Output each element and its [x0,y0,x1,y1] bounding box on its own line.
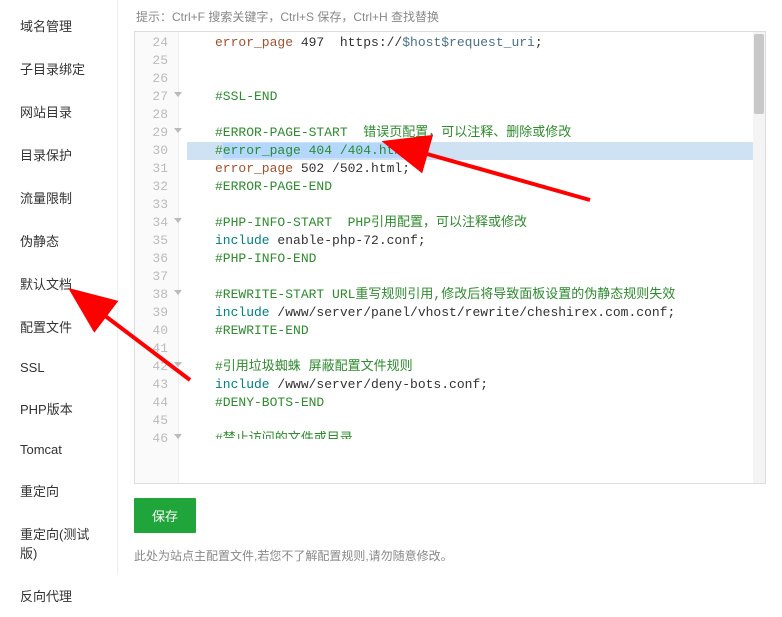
footnote: 此处为站点主配置文件,若您不了解配置规则,请勿随意修改。 [134,547,766,564]
scrollbar-thumb[interactable] [754,34,764,114]
code-line-42[interactable]: #引用垃圾蜘蛛 屏蔽配置文件规则 [187,358,765,376]
sidebar-item-6[interactable]: 默认文档 [0,262,117,305]
editor-code[interactable]: error_page 497 https://$host$request_uri… [179,32,765,483]
hint-text: 提示：Ctrl+F 搜索关键字，Ctrl+S 保存，Ctrl+H 查找替换 [134,8,766,31]
sidebar-item-1[interactable]: 子目录绑定 [0,47,117,90]
code-line-40[interactable]: #REWRITE-END [187,322,765,340]
sidebar-item-3[interactable]: 目录保护 [0,133,117,176]
code-line-38[interactable]: #REWRITE-START URL重写规则引用,修改后将导致面板设置的伪静态规… [187,286,765,304]
code-line-28[interactable] [187,106,765,124]
code-line-43[interactable]: include /www/server/deny-bots.conf; [187,376,765,394]
code-line-35[interactable]: include enable-php-72.conf; [187,232,765,250]
code-line-46[interactable]: #禁止访问的文件或目录 [187,430,765,439]
editor[interactable]: 2425262728293031323334353637383940414243… [134,31,766,484]
code-line-24[interactable]: error_page 497 https://$host$request_uri… [187,34,765,52]
sidebar-item-9[interactable]: PHP版本 [0,387,117,430]
main-panel: 提示：Ctrl+F 搜索关键字，Ctrl+S 保存，Ctrl+H 查找替换 24… [118,0,782,574]
code-line-31[interactable]: error_page 502 /502.html; [187,160,765,178]
sidebar-item-4[interactable]: 流量限制 [0,176,117,219]
code-line-29[interactable]: #ERROR-PAGE-START 错误页配置，可以注释、删除或修改 [187,124,765,142]
sidebar-item-0[interactable]: 域名管理 [0,4,117,47]
sidebar-item-10[interactable]: Tomcat [0,430,117,469]
sidebar-item-2[interactable]: 网站目录 [0,90,117,133]
scrollbar-vertical[interactable] [753,32,765,483]
code-line-26[interactable] [187,70,765,88]
code-line-39[interactable]: include /www/server/panel/vhost/rewrite/… [187,304,765,322]
code-line-45[interactable] [187,412,765,430]
code-line-36[interactable]: #PHP-INFO-END [187,250,765,268]
sidebar-item-13[interactable]: 反向代理 [0,574,117,617]
sidebar-item-11[interactable]: 重定向 [0,469,117,512]
code-line-32[interactable]: #ERROR-PAGE-END [187,178,765,196]
sidebar-item-8[interactable]: SSL [0,348,117,387]
code-line-41[interactable] [187,340,765,358]
code-line-25[interactable] [187,52,765,70]
code-line-27[interactable]: #SSL-END [187,88,765,106]
sidebar: 域名管理子目录绑定网站目录目录保护流量限制伪静态默认文档配置文件SSLPHP版本… [0,0,118,574]
code-line-30[interactable]: #error_page 404 /404.html; [187,142,759,160]
code-line-33[interactable] [187,196,765,214]
save-button[interactable]: 保存 [134,498,196,533]
sidebar-item-7[interactable]: 配置文件 [0,305,117,348]
code-line-34[interactable]: #PHP-INFO-START PHP引用配置，可以注释或修改 [187,214,765,232]
sidebar-item-12[interactable]: 重定向(测试版) [0,512,117,574]
sidebar-item-5[interactable]: 伪静态 [0,219,117,262]
code-line-37[interactable] [187,268,765,286]
code-line-44[interactable]: #DENY-BOTS-END [187,394,765,412]
editor-gutter: 2425262728293031323334353637383940414243… [135,32,179,483]
